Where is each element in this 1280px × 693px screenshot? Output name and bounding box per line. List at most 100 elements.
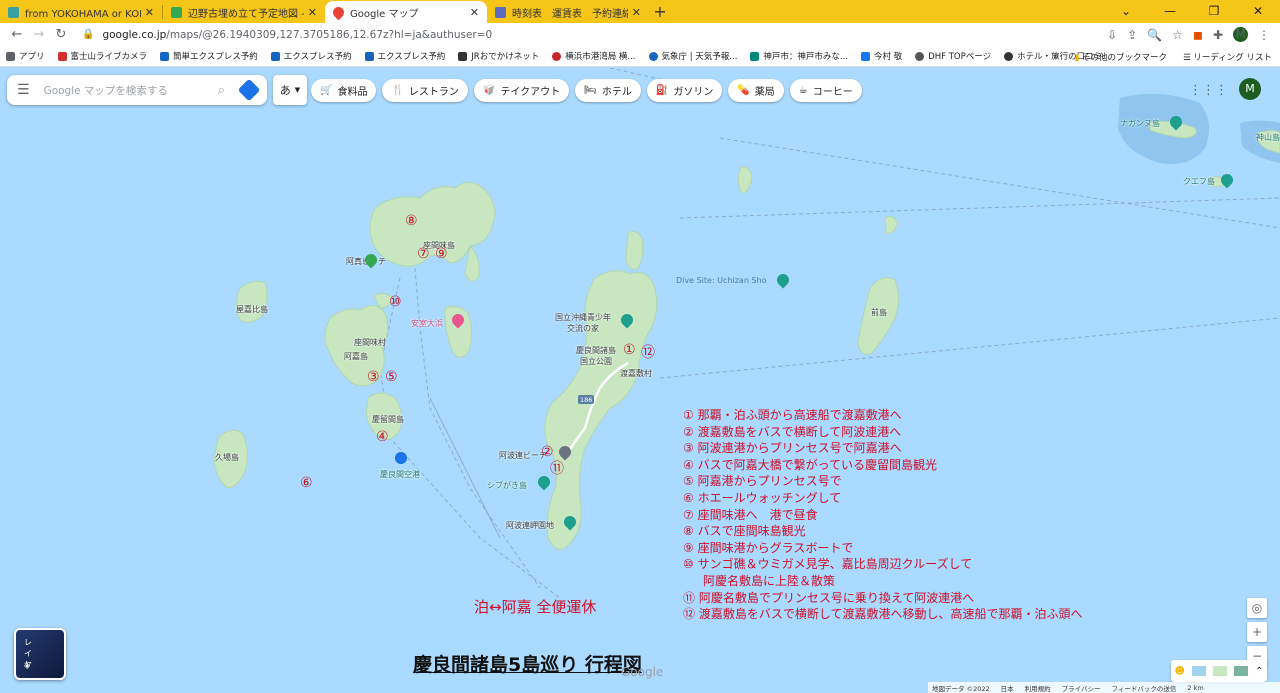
chip-restaurants[interactable]: 🍴 レストラン: [382, 79, 468, 102]
place-label[interactable]: 慶留間島: [372, 414, 404, 425]
gas-icon: ⛽: [655, 85, 669, 96]
feedback-link[interactable]: フィードバックの送信: [1111, 683, 1176, 693]
close-icon[interactable]: ✕: [470, 6, 479, 19]
chip-hotels[interactable]: 🛏 ホテル: [575, 79, 641, 102]
minimize-button[interactable]: —: [1148, 0, 1192, 22]
other-bookmarks-folder[interactable]: ▮ その他のブックマーク: [1075, 51, 1167, 63]
itinerary-step: ⑤ 阿嘉港からプリンセス号で: [683, 474, 842, 489]
expand-icon[interactable]: ⌃: [1255, 666, 1263, 677]
search-input[interactable]: Google マップを検索する: [44, 83, 218, 98]
place-label[interactable]: Dive Site: Uchizan Sho: [676, 276, 766, 285]
chip-pharmacy[interactable]: 💊 薬局: [728, 79, 784, 102]
region-link[interactable]: 日本: [1001, 683, 1014, 693]
itinerary-step: ④ バスで阿嘉大橋で繋がっている慶留間島観光: [683, 457, 937, 472]
forward-icon[interactable]: →: [28, 27, 50, 42]
reading-list-button[interactable]: ☰ リーディング リスト: [1183, 51, 1272, 63]
map-title: 慶良間諸島5島巡り 行程図: [413, 654, 642, 676]
bookmark-item[interactable]: 富士山ライブカメラ: [57, 50, 147, 62]
close-window-button[interactable]: ✕: [1236, 0, 1280, 22]
reload-icon[interactable]: ↻: [50, 27, 72, 42]
layers-button[interactable]: ◈ レイヤ: [14, 628, 66, 680]
scale-bar[interactable]: 2 km: [1187, 684, 1203, 692]
cart-icon: 🛒: [320, 85, 333, 96]
bookmark-item[interactable]: 今村 敬: [861, 50, 902, 62]
place-label[interactable]: 安室大浜: [411, 318, 443, 329]
place-label[interactable]: 阿嘉島: [344, 351, 368, 362]
chip-takeout[interactable]: 🥡 テイクアウト: [473, 79, 570, 102]
tab-4[interactable]: 時刻表 運賃表 予約連絡先 - 渡 ✕: [487, 1, 649, 23]
bookmark-favicon: [364, 51, 374, 61]
place-label[interactable]: 慶良間空港: [380, 469, 420, 480]
new-tab-button[interactable]: +: [649, 1, 671, 23]
share-icon[interactable]: ⇪: [1127, 28, 1137, 42]
place-label[interactable]: 阿波連岬園地: [506, 520, 554, 531]
search-box[interactable]: ☰ Google マップを検索する ⌕: [7, 75, 267, 105]
close-icon[interactable]: ✕: [632, 6, 641, 19]
address-bar[interactable]: 🔒 google.co.jp/maps/@26.1940309,127.3705…: [82, 29, 1107, 41]
zoom-icon[interactable]: 🔍: [1147, 28, 1162, 42]
itinerary-step: ② 渡嘉敷島をバスで横断して阿波連港へ: [683, 424, 902, 439]
marker-7: ⑦: [417, 246, 430, 262]
bookmark-item[interactable]: DHF TOPページ: [915, 50, 991, 62]
owl-icon: [1004, 51, 1014, 61]
search-icon[interactable]: ⌕: [218, 83, 225, 98]
bookmark-favicon: [57, 51, 67, 61]
terms-link[interactable]: 利用規約: [1025, 683, 1051, 693]
bookmark-item[interactable]: JRおでかけネット: [458, 50, 539, 62]
tab-1[interactable]: from YOKOHAMA or KOBE？ | Th ✕: [0, 1, 162, 23]
install-icon[interactable]: ⇩: [1107, 28, 1117, 42]
place-label[interactable]: 前島: [871, 307, 887, 318]
directions-icon[interactable]: [237, 78, 261, 102]
privacy-link[interactable]: プライバシー: [1062, 683, 1101, 693]
itinerary-list: ① 那覇・泊ふ頭から高速船で渡嘉敷港へ ② 渡嘉敷島をバスで横断して阿波連港へ …: [683, 407, 1082, 623]
place-label[interactable]: 久場島: [215, 452, 239, 463]
chip-coffee[interactable]: ☕ コーヒー: [789, 79, 862, 102]
maximize-button[interactable]: ❐: [1192, 0, 1236, 22]
extensions-puzzle-icon[interactable]: ✚: [1213, 28, 1223, 42]
pill-icon: 💊: [737, 85, 750, 96]
bookmark-item[interactable]: 簡単エクスプレス予約: [160, 50, 258, 62]
imagery-thumbnail-icon[interactable]: [1234, 666, 1249, 676]
bookmark-item[interactable]: 気象庁 | 天気予報...: [648, 50, 737, 62]
back-icon[interactable]: ←: [6, 27, 28, 42]
bookmark-item[interactable]: エクスプレス予約: [270, 50, 352, 62]
place-label[interactable]: 渡嘉敷村: [620, 368, 652, 379]
close-icon[interactable]: ✕: [145, 6, 154, 19]
bookmark-apps[interactable]: アプリ: [6, 50, 45, 62]
place-label[interactable]: クエフ島: [1183, 176, 1215, 187]
ime-selector[interactable]: あ ▼: [273, 75, 307, 105]
tab-search-icon[interactable]: ⌄: [1104, 0, 1148, 22]
place-label[interactable]: 阿波連ビーチ: [499, 450, 547, 461]
place-label[interactable]: 慶良間諸島 国立公園: [576, 345, 616, 367]
star-icon[interactable]: ☆: [1172, 28, 1183, 42]
place-label[interactable]: 屋嘉比島: [236, 304, 268, 315]
bookmark-item[interactable]: エクスプレス予約: [364, 50, 445, 62]
hamburger-menu-icon[interactable]: ☰: [17, 82, 30, 98]
my-location-icon[interactable]: ◎: [1247, 598, 1267, 618]
place-label[interactable]: シブがき島: [487, 480, 527, 491]
zoom-in-button[interactable]: +: [1247, 622, 1267, 642]
place-label[interactable]: ナガンヌ島: [1120, 118, 1160, 129]
pegman-icon[interactable]: ☻: [1175, 666, 1185, 677]
apps-grid-icon[interactable]: ⋮⋮⋮: [1189, 83, 1228, 98]
map-canvas[interactable]: ☰ Google マップを検索する ⌕ あ ▼ 🛒 食料品 🍴 レストラン 🥡 テイク…: [0, 68, 1280, 693]
tab-2[interactable]: 辺野古埋め立て予定地図 - Google ✕: [163, 1, 325, 23]
extension-app-icon[interactable]: ◼: [1193, 28, 1203, 42]
profile-avatar[interactable]: M: [1233, 27, 1248, 42]
bookmark-item[interactable]: 神戸市：神戸市みな...: [750, 50, 848, 62]
place-label[interactable]: 座間味村: [354, 337, 386, 348]
chip-gas[interactable]: ⛽ ガソリン: [646, 79, 723, 102]
imagery-thumbnail-icon[interactable]: [1191, 666, 1206, 676]
kebab-menu-icon[interactable]: ⋮: [1258, 28, 1270, 42]
itinerary-step: ⑨ 座間味港からグラスボートで: [683, 540, 854, 555]
address-toolbar: ← → ↻ 🔒 google.co.jp/maps/@26.1940309,12…: [0, 23, 1280, 46]
imagery-thumbnail-icon[interactable]: [1213, 666, 1228, 676]
tab-3[interactable]: Google マップ ✕: [325, 1, 487, 23]
account-avatar[interactable]: M: [1239, 78, 1261, 100]
bookmarks-more-button[interactable]: »: [1053, 52, 1058, 62]
bookmark-item[interactable]: 横浜市港湾局 横...: [552, 50, 636, 62]
place-label[interactable]: 国立沖縄青少年 交流の家: [555, 312, 611, 334]
close-icon[interactable]: ✕: [308, 6, 317, 19]
chip-groceries[interactable]: 🛒 食料品: [311, 79, 377, 102]
place-label[interactable]: 神山島: [1256, 132, 1280, 143]
